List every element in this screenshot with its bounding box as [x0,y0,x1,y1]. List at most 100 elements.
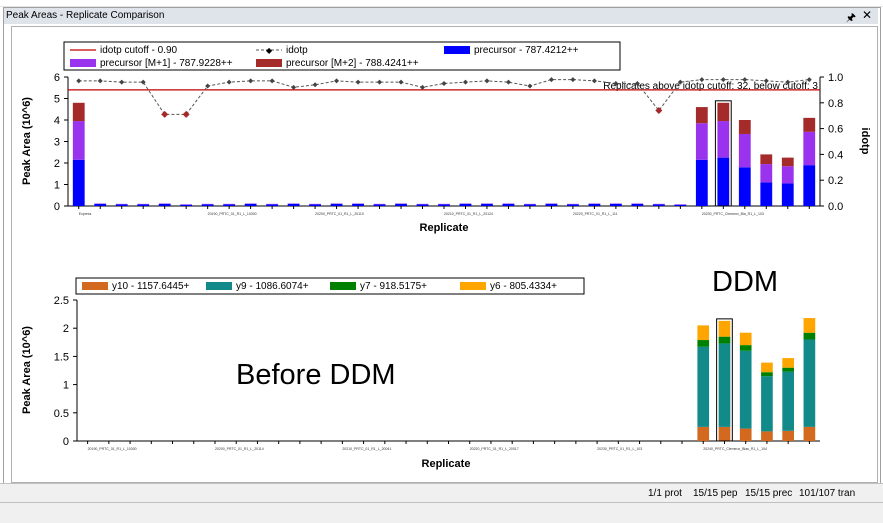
top-bar-segment [588,204,600,206]
bottom-bar-segment [782,358,794,368]
legend-y6-swatch [460,282,486,290]
top-bar-segment [73,103,85,121]
legend-y6-label: y6 - 805.4334+ [490,281,557,292]
top-y-tick-label: 0 [54,201,60,213]
bottom-bar-segment [761,363,773,373]
top-bar-segment [546,204,558,206]
idotp-point [356,80,361,85]
legend-cutoff-label: idotp cutoff - 0.90 [100,45,178,56]
top-bar-segment [331,204,343,206]
bottom-bar-segment [782,431,794,441]
bottom-bar-segment [804,333,816,340]
top-x-axis-label: Replicate [420,222,469,234]
bottom-y-tick-label: 0.5 [54,408,69,420]
top-bar-segment [760,182,772,206]
bottom-bar-segment [761,376,773,431]
idotp-point [570,77,575,82]
legend-y9-swatch [206,282,232,290]
top-x-tick-label: 20230_PRTC_Clemeux_Bla_R1_L_103 [702,212,764,216]
idotp-point [248,78,253,83]
top-bar-segment [803,132,815,165]
bottom-bar-segment [740,429,752,441]
top-legend: idotp cutoff - 0.90 ◆ idotp precursor - … [64,42,620,70]
top-bar-segment [696,160,708,206]
bottom-bar-segment [761,431,773,441]
idotp-point [506,80,511,85]
top-bar-segment [610,204,622,206]
top-bar-segment [567,204,579,206]
top-x-tick-label: 20210_PRTC_01_R1_L_20124 [444,212,493,216]
legend-y9-label: y9 - 1086.6074+ [236,281,309,292]
bottom-x-axis-label: Replicate [422,458,471,470]
idotp-point [377,80,382,85]
idotp-point [291,85,296,90]
top-bar-segment [137,204,149,206]
top-bar-segment [460,204,472,206]
legend-precursor-swatch [444,46,470,54]
top-bar-segment [202,204,214,206]
top-bar-segment [245,204,257,206]
bottom-bar-segment [719,427,731,441]
idotp-point [161,111,168,118]
idotp-point [527,84,532,89]
top-bar-segment [438,204,450,206]
top-bar-segment [782,166,794,183]
idotp-point [334,78,339,83]
idotp-point [549,77,554,82]
legend-m2-swatch [256,59,282,67]
status-prec: 15/15 prec [745,488,792,499]
bottom-y-tick-label: 1 [63,380,69,392]
legend-precursor-label: precursor - 787.4212++ [474,45,579,56]
bottom-bar-segment [740,333,752,345]
bottom-bar-segment [782,372,794,431]
bottom-bar-segment [719,343,731,426]
idotp-point [592,78,597,83]
bottom-bar-segment [697,427,709,441]
top-bar-segment [395,204,407,206]
top-bar-segment [717,158,729,206]
idotp-point [270,78,275,83]
top-bar-segment [782,158,794,167]
bottom-bar-segment [697,347,709,427]
ddm-annotation: DDM [712,266,778,298]
bottom-bar-segment [782,368,794,372]
bottom-bar-segment [804,339,816,426]
top-bar-segment [803,118,815,132]
top-bar-segment [803,165,815,206]
top-x-tick-label: Express [79,212,92,216]
status-tran: 101/107 tran [799,488,855,499]
bottom-y-tick-label: 2 [63,323,69,335]
bottom-x-tick-label: 20210_PRTC_01_R1_L_20041 [342,447,391,451]
top-bar-segment [503,204,515,206]
idotp-point [76,78,81,83]
status-pep: 15/15 pep [693,488,738,499]
legend-idotp-marker: ◆ [266,46,273,55]
status-prot: 1/1 prot [648,488,682,499]
idotp-point [98,78,103,83]
top-bar-segment [352,204,364,206]
top-y2-axis-label: idotp [859,128,871,155]
bottom-x-tick-label: 20200_PRTC_01_R1_L_20114 [215,447,264,451]
legend-m1-label: precursor [M+1] - 787.9228++ [100,58,233,69]
top-bar-segment [417,204,429,206]
top-bar-segment [159,204,171,206]
before-ddm-annotation: Before DDM [236,359,396,391]
top-bar-segment [180,205,192,206]
bottom-y-tick-label: 0 [63,436,69,448]
bottom-x-tick-label: 20190_PRTC_01_R1_L_10300 [88,447,137,451]
top-y2-tick-label: 0.8 [828,98,843,110]
top-bar-segment [631,204,643,206]
idotp-point [313,82,318,87]
top-bar-segment [374,204,386,206]
idotp-point [463,80,468,85]
top-bar-segment [696,107,708,123]
legend-y7-label: y7 - 918.5175+ [360,281,427,292]
idotp-point [183,111,190,118]
idotp-point [442,81,447,86]
idotp-point [420,85,425,90]
top-y-tick-label: 1 [54,180,60,192]
bottom-bar-segment [761,372,773,376]
top-x-tick-label: 20190_PRTC_01_R1_L_10300 [208,212,257,216]
top-bar-segment [481,204,493,206]
legend-y10-swatch [82,282,108,290]
